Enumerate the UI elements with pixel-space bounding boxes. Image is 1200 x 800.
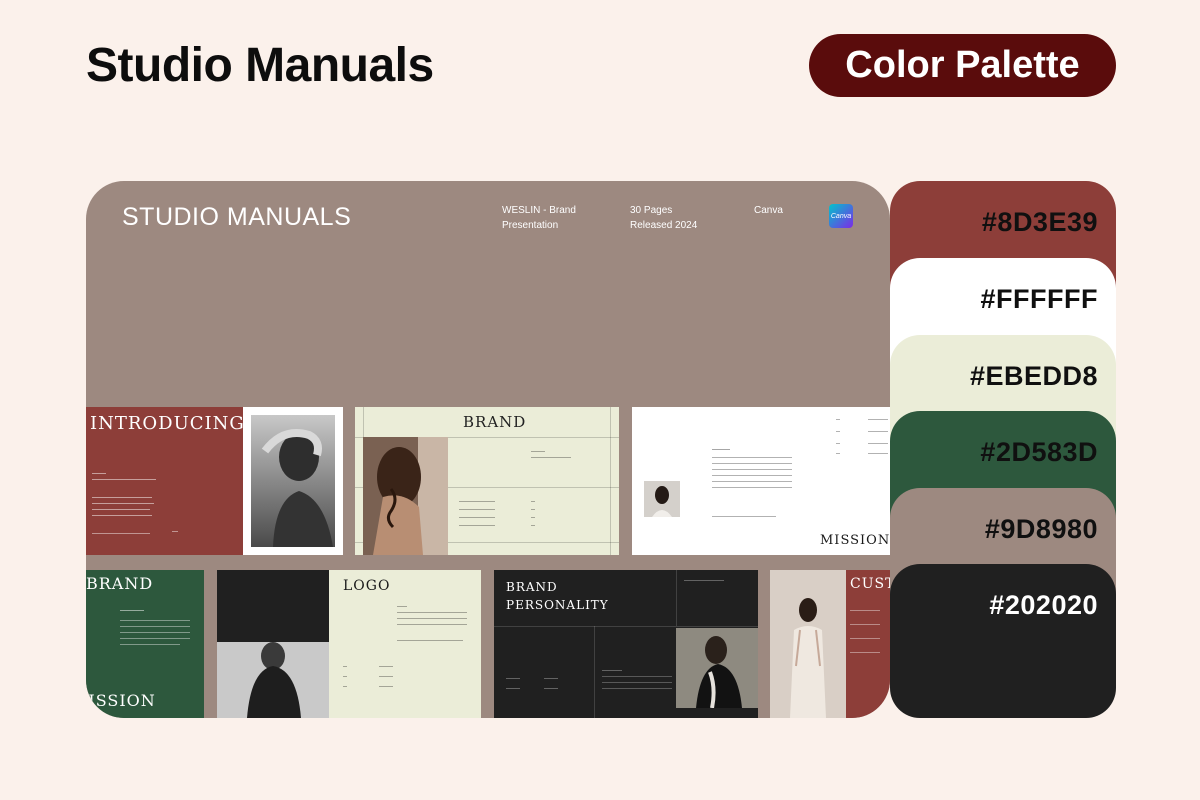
swatch-hex-label: #EBEDD8: [969, 361, 1098, 391]
slide-brand-title: BRAND: [463, 413, 527, 431]
slide-customer: CUST: [770, 570, 890, 718]
swatch-202020: #202020: [890, 564, 1116, 718]
swatch-hex-label: #FFFFFF: [980, 284, 1098, 314]
slide-brand: BRAND: [355, 407, 619, 555]
slide-brand-personality: BRAND PERSONALITY: [494, 570, 758, 718]
slide-brand-personality-title-2: PERSONALITY: [506, 598, 609, 612]
canva-logo-icon: Canva: [829, 204, 853, 228]
slide-customer-title: CUST: [850, 576, 890, 592]
woman-photo: [363, 437, 448, 555]
slide-logo: LOGO: [217, 570, 481, 718]
slide-brand-green-title: BRAND: [86, 574, 154, 593]
dark-jacket-photo: [217, 570, 329, 718]
page-title: Studio Manuals: [86, 39, 434, 92]
slide-introducing-title: INTRODUCING: [90, 413, 245, 434]
swatch-hex-label: #9D8980: [984, 514, 1098, 544]
preview-info-app: Canva: [754, 205, 783, 216]
slide-mission-green-title: MISSION: [86, 691, 156, 710]
portrait-photo: [243, 407, 343, 555]
slide-brand-green: BRAND MISSION: [86, 570, 204, 718]
preview-info-pages: 30 Pages Released 2024: [630, 205, 698, 231]
slide-brand-personality-title-1: BRAND: [506, 580, 558, 594]
preview-title: STUDIO MANUALS: [122, 203, 352, 231]
woman-small-photo: [644, 481, 680, 517]
slide-mission-title: MISSION: [820, 533, 890, 548]
slide-logo-title: LOGO: [343, 578, 391, 594]
preview-info-brand: WESLIN - Brand Presentation: [502, 205, 576, 231]
swatch-hex-label: #202020: [989, 590, 1098, 620]
swatch-hex-label: #2D583D: [980, 437, 1098, 467]
template-preview: STUDIO MANUALS WESLIN - Brand Presentati…: [86, 181, 890, 718]
slide-introducing: INTRODUCING: [86, 407, 343, 555]
color-palette-badge: Color Palette: [809, 34, 1116, 97]
dress-photo: [770, 570, 846, 718]
swatch-hex-label: #8D3E39: [981, 207, 1098, 237]
woman-wall-photo: [676, 628, 758, 708]
slide-mission: MISSION: [632, 407, 890, 555]
